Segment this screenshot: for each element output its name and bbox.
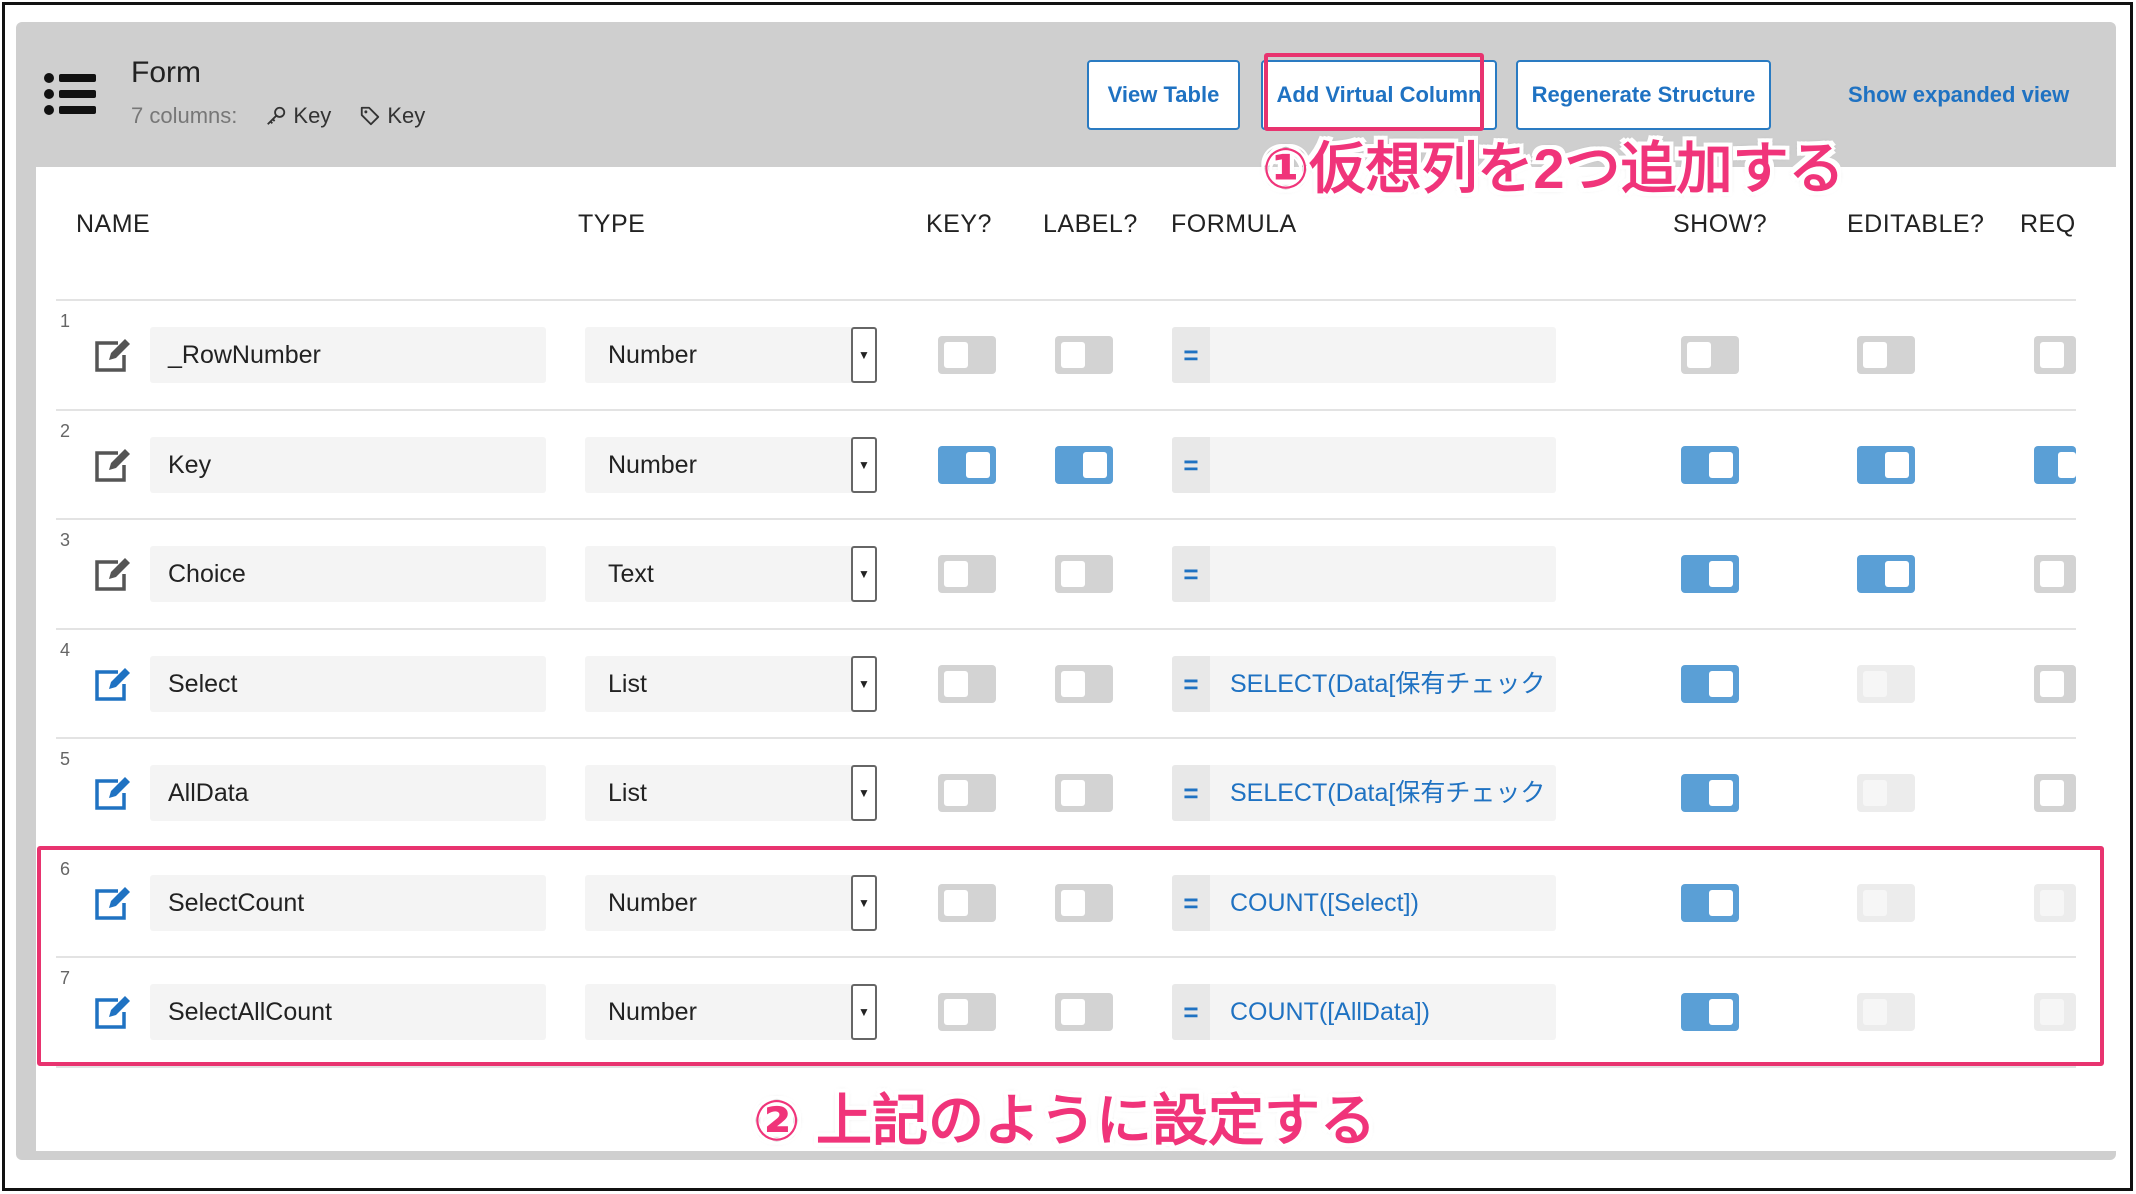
row-divider [56, 1066, 2076, 1068]
column-type-value: Text [608, 560, 654, 588]
column-name-field[interactable]: Select [150, 656, 546, 712]
row-divider [56, 737, 2076, 739]
col-header-show: SHOW? [1673, 210, 1768, 238]
column-type-select[interactable]: List ▼ [585, 656, 877, 712]
dropdown-caret-icon[interactable]: ▼ [851, 656, 877, 712]
row-number: 1 [60, 311, 71, 331]
show-toggle[interactable] [1681, 665, 1739, 703]
show-toggle[interactable] [1681, 336, 1739, 374]
column-name-field[interactable]: _RowNumber [150, 327, 546, 383]
required-toggle[interactable] [2034, 665, 2076, 703]
column-type-value: List [608, 779, 647, 807]
label-toggle[interactable] [1055, 774, 1113, 812]
label-toggle[interactable] [1055, 665, 1113, 703]
formula-text: SELECT(Data[保有チェック [1230, 779, 1546, 807]
formula-text: SELECT(Data[保有チェック [1230, 670, 1546, 698]
formula-equals-icon: = [1172, 437, 1210, 493]
column-count: 7 columns: [131, 103, 238, 128]
virtual-rows-highlight-box [37, 846, 2104, 1066]
col-header-editable: EDITABLE? [1847, 210, 1985, 238]
formula-field[interactable]: = [1172, 327, 1556, 383]
key-toggle[interactable] [938, 446, 996, 484]
key-icon [267, 106, 286, 125]
dropdown-caret-icon[interactable]: ▼ [851, 437, 877, 493]
column-type-value: Number [608, 451, 697, 479]
regenerate-structure-button[interactable]: Regenerate Structure [1516, 60, 1771, 130]
required-toggle[interactable] [2034, 774, 2076, 812]
list-menu-icon[interactable] [44, 72, 96, 116]
column-type-select[interactable]: Text ▼ [585, 546, 877, 602]
row-divider [56, 299, 2076, 301]
annotation-step-1: ①仮想列を2つ追加する [1262, 137, 1845, 200]
edit-column-icon[interactable] [92, 666, 132, 702]
show-toggle[interactable] [1681, 774, 1739, 812]
col-header-required: REQU [2020, 210, 2076, 238]
dropdown-caret-icon[interactable]: ▼ [851, 546, 877, 602]
col-header-key: KEY? [926, 210, 992, 238]
column-name-field[interactable]: Key [150, 437, 546, 493]
column-type-value: List [608, 670, 647, 698]
formula-field[interactable]: = [1172, 546, 1556, 602]
view-table-button[interactable]: View Table [1087, 60, 1240, 130]
editable-toggle[interactable] [1857, 555, 1915, 593]
formula-equals-icon: = [1172, 546, 1210, 602]
annotation-step-2: ② 上記のように設定する [753, 1089, 1376, 1152]
formula-equals-icon: = [1172, 765, 1210, 821]
show-toggle[interactable] [1681, 555, 1739, 593]
col-header-label: LABEL? [1043, 210, 1138, 238]
row-number: 2 [60, 421, 71, 441]
formula-equals-icon: = [1172, 656, 1210, 712]
tag-icon [361, 106, 380, 126]
label-toggle[interactable] [1055, 555, 1113, 593]
edit-column-icon[interactable] [92, 337, 132, 373]
label-toggle[interactable] [1055, 446, 1113, 484]
column-name-field[interactable]: Choice [150, 546, 546, 602]
label-chip-label: Key [387, 103, 426, 128]
key-toggle[interactable] [938, 774, 996, 812]
row-divider [56, 518, 2076, 520]
edit-column-icon[interactable] [92, 447, 132, 483]
key-chip: Key [265, 103, 331, 129]
key-chip-label: Key [293, 103, 332, 128]
label-chip: Key [359, 103, 425, 129]
dropdown-caret-icon[interactable]: ▼ [851, 765, 877, 821]
table-meta: 7 columns: Key Key [131, 103, 425, 129]
edit-column-icon[interactable] [92, 775, 132, 811]
show-toggle[interactable] [1681, 446, 1739, 484]
formula-field[interactable]: = [1172, 437, 1556, 493]
formula-equals-icon: = [1172, 327, 1210, 383]
row-divider [56, 628, 2076, 630]
key-toggle[interactable] [938, 665, 996, 703]
show-expanded-view-link[interactable]: Show expanded view [1848, 82, 2069, 108]
col-header-type: TYPE [578, 210, 646, 238]
column-type-value: Number [608, 341, 697, 369]
row-divider [56, 409, 2076, 411]
editable-toggle[interactable] [1857, 774, 1915, 812]
dropdown-caret-icon[interactable]: ▼ [851, 327, 877, 383]
editable-toggle[interactable] [1857, 665, 1915, 703]
column-type-select[interactable]: Number ▼ [585, 437, 877, 493]
key-toggle[interactable] [938, 336, 996, 374]
column-type-select[interactable]: Number ▼ [585, 327, 877, 383]
key-toggle[interactable] [938, 555, 996, 593]
row-number: 3 [60, 530, 71, 550]
required-toggle[interactable] [2034, 446, 2076, 484]
formula-field[interactable]: = SELECT(Data[保有チェック [1172, 765, 1556, 821]
column-type-select[interactable]: List ▼ [585, 765, 877, 821]
edit-column-icon[interactable] [92, 556, 132, 592]
col-header-formula: FORMULA [1171, 210, 1297, 238]
table-title: Form [131, 56, 201, 89]
row-number: 5 [60, 749, 71, 769]
row-number: 4 [60, 640, 71, 660]
required-toggle[interactable] [2034, 555, 2076, 593]
editable-toggle[interactable] [1857, 446, 1915, 484]
formula-field[interactable]: = SELECT(Data[保有チェック [1172, 656, 1556, 712]
label-toggle[interactable] [1055, 336, 1113, 374]
required-toggle[interactable] [2034, 336, 2076, 374]
editable-toggle[interactable] [1857, 336, 1915, 374]
column-name-field[interactable]: AllData [150, 765, 546, 821]
col-header-name: NAME [76, 210, 151, 238]
add-column-highlight-box [1264, 53, 1484, 131]
